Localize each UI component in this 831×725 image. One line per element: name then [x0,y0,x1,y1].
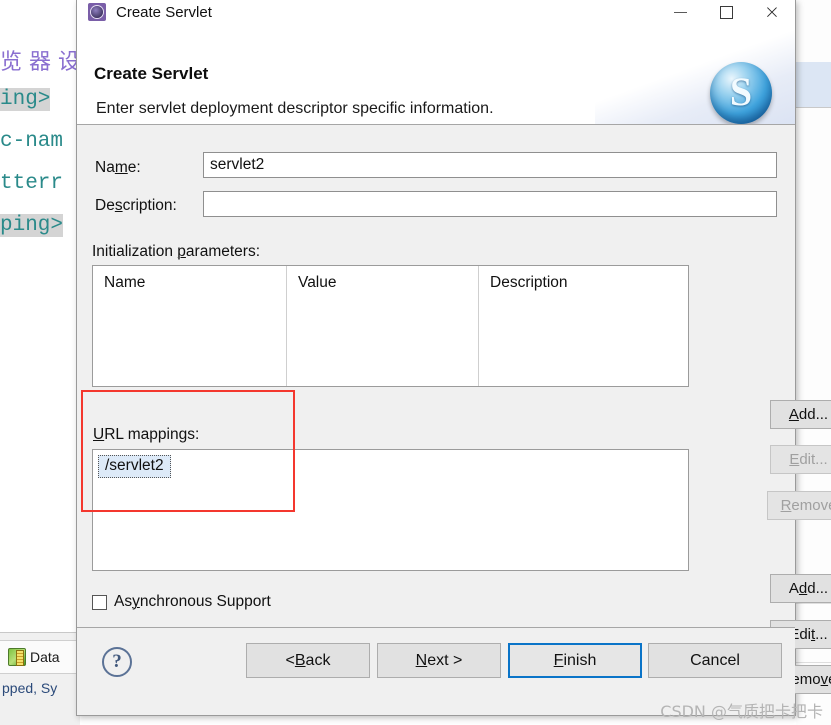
init-params-edit-label: dit... [799,451,828,468]
description-label-mnemonic: s [114,197,123,214]
editor-line-3: tterr [0,172,64,195]
create-servlet-dialog: Create Servlet × S Create Servlet Enter … [76,0,831,716]
servlet-wizard-icon [88,3,106,21]
table-column-name: Name [93,266,287,386]
logo-letter: S [729,68,753,114]
description-label: Description: [95,197,177,215]
description-label-post: cription: [122,197,177,214]
description-label-pre: De [95,197,115,214]
right-pane-selection-band [796,62,831,107]
url-remove-mnemonic: v [820,671,829,688]
editor-line-4-text: ping> [0,214,64,237]
async-support-checkbox[interactable] [92,594,107,610]
editor-line-1: ing> [0,88,51,111]
table-column-description: Description [479,266,688,386]
header-artwork: S [595,24,795,124]
list-item[interactable]: /servlet2 [98,455,171,478]
async-support-label: Asynchronous Support [114,593,271,611]
finish-mnemonic: F [553,651,564,669]
editor-line-4: ping> [0,214,64,237]
back-button[interactable]: < Back [246,643,370,678]
finish-post: inish [563,651,597,669]
name-label-mnemonic: m [114,159,128,176]
cancel-label: Cancel [690,651,740,669]
editor-line-1-text: ing> [0,88,51,111]
name-label-post: e: [127,159,141,176]
init-params-remove-button: Remove [767,491,831,520]
window-controls: × [657,0,795,24]
column-header-description: Description [490,274,568,291]
page-title: Create Servlet [94,64,209,83]
xml-editor-background: 览 器 设 ing> c-nam tterr ping> [0,0,80,632]
ide-status-text: pped, Sy [2,680,58,696]
async-label-pre: As [114,593,133,610]
url-mappings-list[interactable]: /servlet2 [92,449,689,571]
column-header-value: Value [298,274,337,291]
init-params-table[interactable]: Name Value Description [92,265,689,387]
minimize-icon[interactable] [657,0,703,24]
url-add-post: d... [807,580,829,597]
url-mappings-add-button[interactable]: Ad d... [770,574,831,603]
next-button[interactable]: Next > [377,643,501,678]
url-mappings-label-post: RL mappings: [104,426,200,443]
async-label-mnemonic: y [132,593,140,610]
dialog-titlebar[interactable]: Create Servlet × [77,0,795,24]
url-mappings-label-mnemonic: U [93,426,105,443]
database-icon [8,648,26,666]
next-post: ext > [427,651,463,669]
screenshot-root: 览 器 设 ing> c-nam tterr ping> Data pped, … [0,0,831,725]
init-params-edit-button: Edit... [770,445,831,474]
init-params-add-mnemonic: A [788,406,799,423]
init-params-edit-mnemonic: E [789,451,800,468]
async-support-row[interactable]: Asynchronous Support [92,593,271,611]
init-params-remove-label: emove [791,497,831,514]
next-mnemonic: N [415,651,428,669]
right-pane-divider-1 [796,107,831,108]
back-mnemonic: B [294,651,306,669]
back-post: ack [305,651,331,669]
url-mappings-label: URL mappings: [93,426,199,444]
table-column-value: Value [287,266,479,386]
editor-line-0: 览 器 设 [0,50,80,75]
url-add-mnemonic: d [798,580,808,597]
column-header-name: Name [104,274,146,291]
data-source-explorer-tab[interactable]: Data [0,640,80,674]
init-params-label-mnemonic: p [177,243,186,260]
dialog-body: Name: Description: Initialization parame… [77,125,831,694]
tab-label: Data [30,649,60,665]
description-input[interactable] [203,191,777,217]
url-add-pre: A [788,580,799,597]
dialog-title: Create Servlet [116,3,212,21]
init-params-label: Initialization parameters: [92,243,260,261]
name-label: Name: [95,159,141,177]
init-params-remove-mnemonic: R [780,497,792,514]
editor-line-2: c-nam [0,130,64,153]
init-params-add-label: dd... [798,406,829,423]
cancel-button[interactable]: Cancel [648,643,782,678]
right-pane-divider-2 [796,603,831,604]
csdn-watermark: CSDN @气质把卡把卡 [660,702,823,721]
right-pane-divider-4 [796,662,831,663]
close-icon[interactable]: × [749,0,795,24]
name-input[interactable] [203,152,777,178]
init-params-add-button[interactable]: Add... [770,400,831,429]
back-pre: < [285,651,295,669]
url-edit-post: ... [815,626,828,643]
init-params-label-pre: Initialization [92,243,178,260]
async-label-post: nchronous Support [139,593,271,610]
dialog-header: S Create Servlet Enter servlet deploymen… [77,24,795,125]
page-description: Enter servlet deployment descriptor spec… [96,100,494,117]
name-label-pre: Na [95,159,115,176]
maximize-icon[interactable] [703,0,749,24]
init-params-label-post: arameters: [185,243,261,260]
finish-button[interactable]: Finish [508,643,642,678]
spring-sphere-logo: S [710,62,772,124]
right-pane-background [796,0,831,725]
help-icon[interactable]: ? [102,647,132,677]
